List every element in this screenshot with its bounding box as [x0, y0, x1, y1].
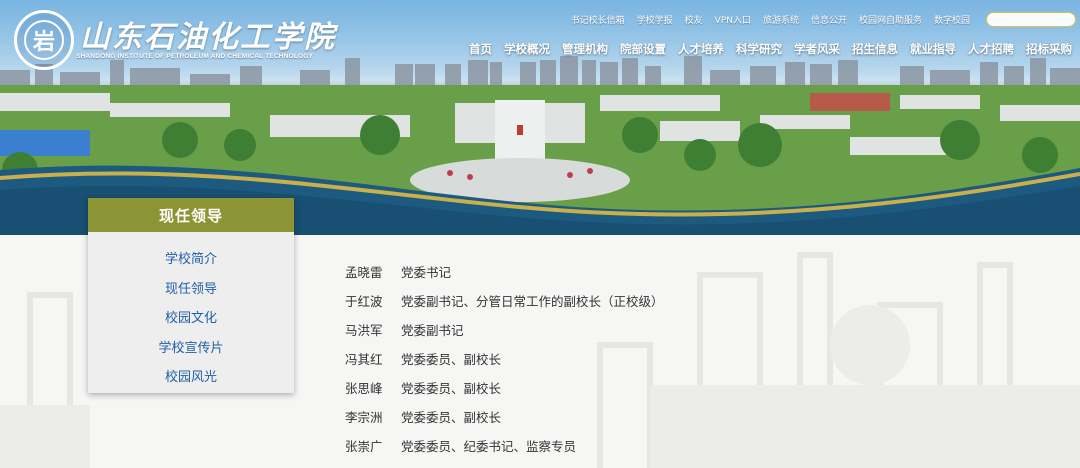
main-nav: 首页 学校概况 管理机构 院部设置 人才培养 科学研究 学者风采 招生信息 就业… [463, 41, 1078, 57]
sidebar-item-current-leaders[interactable]: 现任领导 [88, 273, 294, 303]
leader-title: 党委副书记、分管日常工作的副校长（正校级） [401, 294, 664, 309]
sidebar: 现任领导 学校简介 现任领导 校园文化 学校宣传片 校园风光 [88, 198, 294, 393]
quick-links-bar: 书记校长信箱 学校学报 校友 VPN入口 旅游系统 信息公开 校园网自助服务 数… [565, 13, 976, 26]
leader-title: 党委委员、副校长 [401, 381, 502, 396]
school-name[interactable]: 山东石油化工学院 [80, 12, 336, 56]
list-item: 于红波 党委副书记、分管日常工作的副校长（正校级） [345, 286, 664, 315]
sidebar-item-promo-video[interactable]: 学校宣传片 [88, 332, 294, 362]
list-item: 孟晓雷 党委书记 [345, 257, 664, 286]
nav-departments[interactable]: 院部设置 [614, 41, 672, 57]
nav-recruitment[interactable]: 人才招聘 [962, 41, 1020, 57]
list-item: 张思峰 党委委员、副校长 [345, 373, 664, 402]
nav-scholars[interactable]: 学者风采 [788, 41, 846, 57]
school-emblem-icon[interactable]: 岩 [14, 10, 74, 70]
nav-about[interactable]: 学校概况 [498, 41, 556, 57]
leaders-list: 孟晓雷 党委书记 于红波 党委副书记、分管日常工作的副校长（正校级） 马洪军 党… [345, 257, 664, 460]
school-name-en: SHANDONG INSTITUTE OF PETROLEUM AND CHEM… [76, 53, 314, 60]
nav-education[interactable]: 人才培养 [672, 41, 730, 57]
sidebar-item-campus-scenery[interactable]: 校园风光 [88, 361, 294, 391]
leader-title: 党委委员、纪委书记、监察专员 [401, 439, 577, 454]
nav-tenders[interactable]: 招标采购 [1020, 41, 1078, 57]
quick-link-info-disclosure[interactable]: 信息公开 [805, 13, 853, 26]
sidebar-title: 现任领导 [88, 198, 294, 232]
nav-home[interactable]: 首页 [463, 41, 498, 57]
nav-admissions[interactable]: 招生信息 [846, 41, 904, 57]
sidebar-menu: 学校简介 现任领导 校园文化 学校宣传片 校园风光 [88, 232, 294, 391]
leader-name: 冯其红 [345, 352, 383, 367]
nav-research[interactable]: 科学研究 [730, 41, 788, 57]
quick-link-system[interactable]: 旅游系统 [757, 13, 805, 26]
emblem-glyph: 岩 [24, 20, 64, 60]
sidebar-item-campus-culture[interactable]: 校园文化 [88, 302, 294, 332]
leader-title: 党委委员、副校长 [401, 352, 502, 367]
quick-link-journal[interactable]: 学校学报 [631, 13, 679, 26]
leader-title: 党委委员、副校长 [401, 410, 502, 425]
quick-link-alumni[interactable]: 校友 [679, 13, 709, 26]
quick-link-vpn[interactable]: VPN入口 [709, 13, 757, 26]
quick-link-digital-campus[interactable]: 数字校园 [928, 13, 976, 26]
list-item: 马洪军 党委副书记 [345, 315, 664, 344]
nav-administration[interactable]: 管理机构 [556, 41, 614, 57]
leader-name: 张崇广 [345, 439, 383, 454]
nav-career[interactable]: 就业指导 [904, 41, 962, 57]
leader-name: 孟晓雷 [345, 265, 383, 280]
sidebar-item-school-intro[interactable]: 学校简介 [88, 243, 294, 273]
leader-name: 马洪军 [345, 323, 383, 338]
quick-link-network-service[interactable]: 校园网自助服务 [853, 13, 928, 26]
list-item: 冯其红 党委委员、副校长 [345, 344, 664, 373]
leader-title: 党委副书记 [401, 323, 464, 338]
leader-name: 于红波 [345, 294, 383, 309]
leader-name: 李宗洲 [345, 410, 383, 425]
list-item: 张崇广 党委委员、纪委书记、监察专员 [345, 431, 664, 460]
list-item: 李宗洲 党委委员、副校长 [345, 402, 664, 431]
leader-title: 党委书记 [401, 265, 452, 280]
quick-link-president-mailbox[interactable]: 书记校长信箱 [565, 13, 631, 26]
search-input[interactable] [986, 12, 1076, 27]
leader-name: 张思峰 [345, 381, 383, 396]
